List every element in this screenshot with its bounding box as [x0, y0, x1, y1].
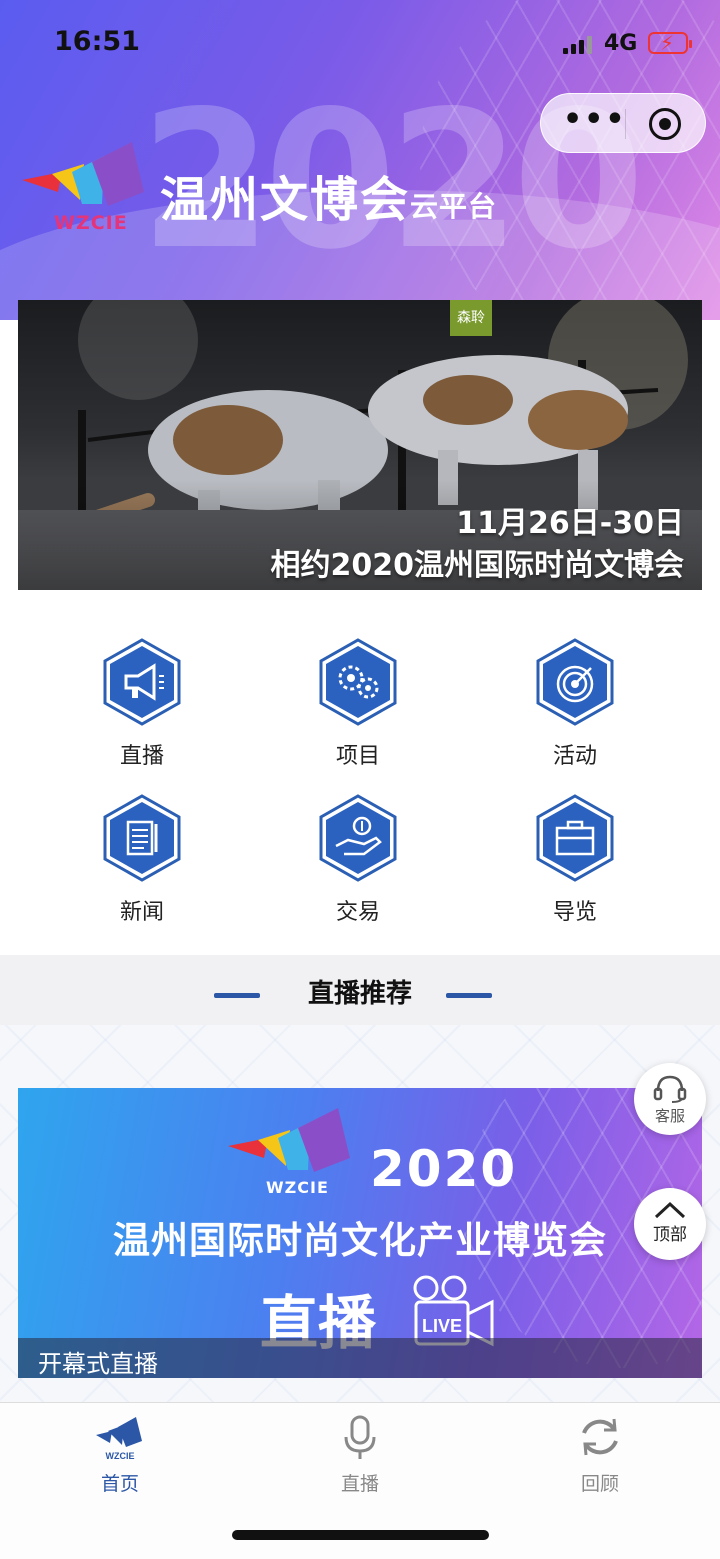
back-to-top-label: 顶部	[653, 1225, 687, 1245]
battery-icon: ⚡	[648, 31, 692, 55]
network-label: 4G	[604, 31, 638, 56]
tab-logo-text: WZCIE	[106, 1451, 135, 1461]
document-icon	[103, 794, 181, 882]
live-card-title: 开幕式直播	[38, 1350, 158, 1378]
hero-carousel[interactable]: 森聆 11月26日-30日 相约2020温州国际时尚文博会	[18, 300, 702, 590]
banner-title: 相约2020温州国际时尚文博会	[270, 548, 685, 583]
brand-title: 温州文博会云平台	[160, 160, 497, 230]
wzcie-logo: WZCIE	[22, 142, 152, 234]
logo-text: WZCIE	[54, 212, 128, 234]
menu-item-live[interactable]: 直播	[62, 610, 222, 769]
status-time: 16:51	[54, 26, 140, 57]
tab-label: 首页	[100, 1473, 139, 1495]
signal-icon	[563, 36, 593, 54]
app-root: 2020 16:51 4G ⚡ ••• WZCIE 温州文博会云平台 森聆 11…	[0, 0, 720, 1559]
banner-sign: 森聆	[450, 300, 492, 336]
capsule-divider	[625, 109, 626, 139]
status-bar: 16:51 4G ⚡	[0, 0, 720, 90]
banner-date: 11月26日-30日	[456, 506, 684, 541]
microphone-icon	[344, 1415, 376, 1459]
menu-label: 导览	[552, 900, 597, 925]
gears-icon	[319, 638, 397, 726]
hand-coin-icon	[319, 794, 397, 882]
live-card-logo-text: WZCIE	[266, 1178, 329, 1197]
tab-live[interactable]: 直播	[300, 1413, 420, 1496]
section-title: 直播推荐	[307, 979, 412, 1009]
customer-service-button[interactable]: 客服	[634, 1063, 706, 1135]
chevron-up-icon	[654, 1201, 686, 1219]
menu-label: 新闻	[119, 900, 164, 925]
section-header: 直播推荐	[0, 955, 720, 1025]
menu-item-trade[interactable]: 交易	[278, 766, 438, 925]
home-logo-icon: WZCIE	[96, 1417, 142, 1461]
close-miniapp-icon[interactable]	[649, 108, 681, 140]
menu-item-activities[interactable]: 活动	[495, 610, 655, 769]
menu-label: 交易	[335, 900, 380, 925]
headset-icon	[653, 1075, 687, 1103]
target-icon	[536, 638, 614, 726]
live-card[interactable]: WZCIE 2020 温州国际时尚文化产业博览会 直播 LIVE 开幕式直播	[18, 1088, 702, 1378]
wzcie-logo-icon	[22, 142, 144, 206]
live-card-year: 2020	[370, 1140, 518, 1198]
tab-label: 回顾	[580, 1473, 619, 1495]
tab-review[interactable]: 回顾	[540, 1413, 660, 1496]
brand-sub: 云平台	[410, 190, 498, 223]
live-card-footer: 开幕式直播	[18, 1338, 702, 1378]
refresh-icon	[582, 1418, 618, 1456]
menu-item-guide[interactable]: 导览	[495, 766, 655, 925]
category-menu: 直播 项目 活动 新闻 交易 导览	[0, 610, 720, 950]
briefcase-icon	[536, 794, 614, 882]
section-bar-right	[446, 993, 492, 998]
header-banner: 2020 16:51 4G ⚡ ••• WZCIE 温州文博会云平台	[0, 0, 720, 320]
menu-item-projects[interactable]: 项目	[278, 610, 438, 769]
tab-label: 直播	[340, 1473, 379, 1495]
cam-live-label: LIVE	[422, 1316, 462, 1336]
megaphone-icon	[103, 638, 181, 726]
live-card-expo-name: 温州国际时尚文化产业博览会	[113, 1219, 607, 1262]
menu-item-news[interactable]: 新闻	[62, 766, 222, 925]
home-indicator	[232, 1530, 489, 1540]
miniapp-capsule: •••	[540, 93, 706, 153]
brand-main: 温州文博会	[160, 172, 411, 228]
more-icon[interactable]: •••	[563, 105, 627, 135]
wzcie-logo-icon	[228, 1108, 350, 1172]
tab-home[interactable]: WZCIE 首页	[60, 1413, 180, 1496]
back-to-top-button[interactable]: 顶部	[634, 1188, 706, 1260]
customer-service-label: 客服	[654, 1107, 685, 1125]
live-card-logo: WZCIE	[228, 1108, 358, 1198]
